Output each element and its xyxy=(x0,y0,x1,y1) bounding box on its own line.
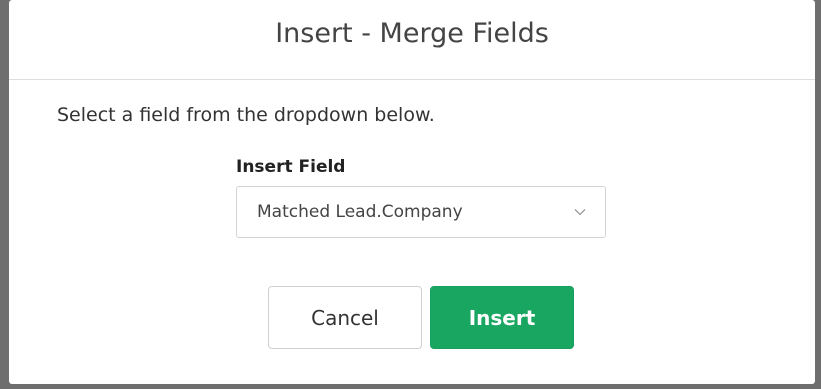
insert-field-label: Insert Field xyxy=(236,157,346,177)
cancel-button[interactable]: Cancel xyxy=(268,286,422,349)
dialog-title: Insert - Merge Fields xyxy=(275,18,549,49)
dropdown-selected-value: Matched Lead.Company xyxy=(257,202,463,222)
insert-field-dropdown[interactable]: Matched Lead.Company xyxy=(236,186,606,238)
dialog-header: Insert - Merge Fields xyxy=(9,0,815,80)
instructions-text: Select a field from the dropdown below. xyxy=(57,104,435,126)
merge-fields-dialog: Insert - Merge Fields Select a field fro… xyxy=(9,0,815,384)
insert-button[interactable]: Insert xyxy=(430,286,574,349)
chevron-down-icon xyxy=(573,205,587,219)
